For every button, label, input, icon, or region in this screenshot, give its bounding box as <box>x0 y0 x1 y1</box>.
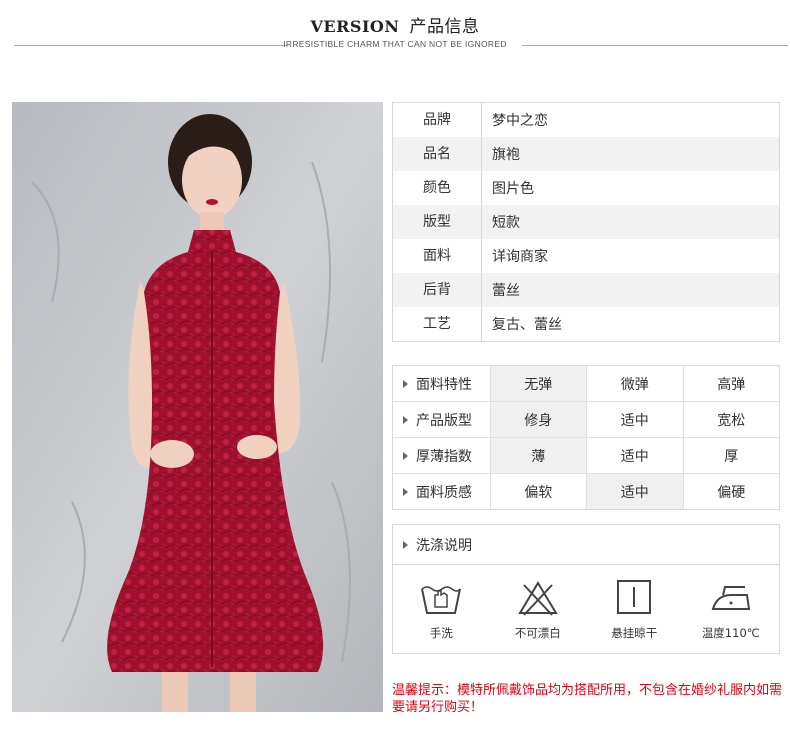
feature-option: 薄 <box>490 438 587 473</box>
info-value: 详询商家 <box>492 249 548 265</box>
info-key: 颜色 <box>393 171 482 205</box>
feature-option: 宽松 <box>717 412 746 429</box>
info-row: 品牌 梦中之恋 <box>393 103 779 137</box>
feature-label: 面料质感 <box>393 474 491 509</box>
feature-row: 产品版型 修身 适中 宽松 <box>393 402 779 438</box>
feature-option: 适中 <box>587 402 684 437</box>
info-value: 蕾丝 <box>492 283 520 299</box>
triangle-right-icon <box>403 415 408 424</box>
info-key: 版型 <box>393 205 482 239</box>
feature-label-text: 面料质感 <box>416 484 472 501</box>
info-key: 品牌 <box>393 103 482 137</box>
feature-row: 厚薄指数 薄适中 厚 <box>393 438 779 474</box>
feature-option: 适中 <box>587 474 684 509</box>
info-value: 短款 <box>492 215 520 231</box>
feature-label-text: 产品版型 <box>416 412 472 429</box>
wash-item-hang-dry: 悬挂晾干 <box>586 565 683 653</box>
wash-header: 洗涤说明 <box>393 525 779 565</box>
title-chinese: 产品信息 <box>409 17 480 37</box>
triangle-right-icon <box>403 540 408 549</box>
wash-title: 洗涤说明 <box>416 537 472 554</box>
feature-option: 偏软 <box>491 474 587 509</box>
wash-label: 不可漂白 <box>514 626 561 640</box>
info-row: 面料 详询商家 <box>393 239 779 273</box>
no-bleach-icon <box>517 581 558 616</box>
info-row: 工艺 复古、蕾丝 <box>393 307 779 341</box>
section-subtitle: IRRESISTIBLE CHARM THAT CAN NOT BE IGNOR… <box>283 39 507 49</box>
info-value: 图片色 <box>492 181 534 197</box>
wash-item-iron: 温度110℃ <box>683 565 780 653</box>
info-value: 旗袍 <box>492 147 520 163</box>
product-info-table: 品牌 梦中之恋 品名 旗袍 颜色 图片色 版型 短款 面料 详询商家 后背 蕾丝… <box>392 102 780 342</box>
title-english: VERSION <box>310 17 400 36</box>
header-divider-right <box>522 45 788 46</box>
triangle-right-icon <box>403 487 408 496</box>
info-key: 面料 <box>393 239 482 273</box>
feature-option: 修身 <box>490 402 587 437</box>
washing-instructions: 洗涤说明 手洗 不可漂白 悬挂晾干 温度110℃ <box>392 524 780 654</box>
info-row: 品名 旗袍 <box>393 137 779 171</box>
feature-option: 厚 <box>724 448 739 465</box>
section-header: VERSION 产品信息 IRRESISTIBLE CHARM THAT CAN … <box>0 0 790 70</box>
wash-item-hand-wash: 手洗 <box>393 565 490 653</box>
feature-label: 厚薄指数 <box>393 438 491 473</box>
feature-rating-table: 面料特性 无弹 微弹 高弹 产品版型 修身 适中 宽松 厚薄指数薄适中厚面料质感 偏软 适中 偏硬 <box>392 365 780 510</box>
feature-row: 面料特性 无弹 微弹 高弹 <box>393 366 779 402</box>
info-key: 工艺 <box>393 307 482 341</box>
info-value: 复古、蕾丝 <box>492 317 562 333</box>
section-title: VERSION 产品信息 <box>0 12 790 37</box>
info-key: 品名 <box>393 137 482 171</box>
feature-label: 产品版型 <box>393 402 491 437</box>
wash-label: 手洗 <box>429 626 453 640</box>
info-row: 版型 短款 <box>393 205 779 239</box>
product-photo <box>12 102 383 712</box>
info-key: 后背 <box>393 273 482 307</box>
notice-text: 温馨提示：模特所佩戴饰品均为搭配所用，不包含在婚纱礼服内如需要请另行购买！ <box>392 683 783 715</box>
feature-option: 微弹 <box>587 366 684 401</box>
wash-label: 悬挂晾干 <box>611 626 658 640</box>
feature-label-text: 面料特性 <box>416 376 472 393</box>
feature-row: 面料质感 偏软 适中 偏硬 <box>393 474 779 509</box>
hang-dry-icon <box>617 580 652 614</box>
info-value: 梦中之恋 <box>492 113 548 129</box>
model-in-red-dress-image <box>12 102 383 712</box>
feature-option: 偏硬 <box>717 484 746 501</box>
feature-option: 适中 <box>587 438 684 473</box>
triangle-right-icon <box>403 451 408 460</box>
feature-label-text: 厚薄指数 <box>416 448 472 465</box>
feature-option: 无弹 <box>490 366 587 401</box>
info-row: 颜色 图片色 <box>393 171 779 205</box>
hand-wash-icon <box>421 586 462 614</box>
wash-label: 温度110℃ <box>701 626 760 640</box>
triangle-right-icon <box>403 379 408 388</box>
feature-option: 高弹 <box>717 376 746 393</box>
feature-label: 面料特性 <box>393 366 491 401</box>
iron-icon <box>711 586 750 610</box>
wash-item-no-bleach: 不可漂白 <box>490 565 587 653</box>
info-row: 后背 蕾丝 <box>393 273 779 307</box>
